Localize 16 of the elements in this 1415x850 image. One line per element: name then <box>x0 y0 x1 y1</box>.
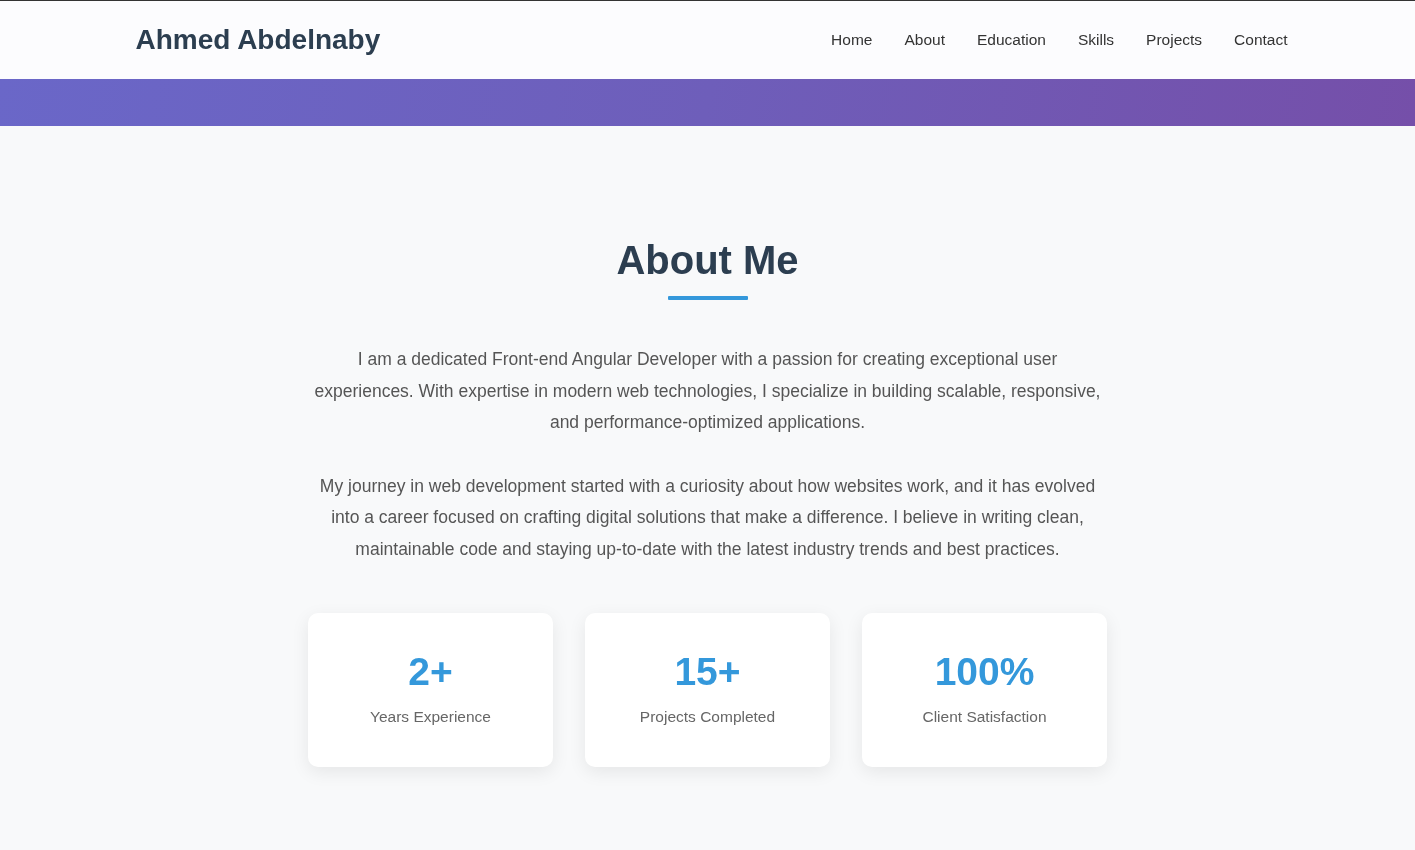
stat-value: 2+ <box>408 651 453 691</box>
nav-link[interactable]: Projects <box>1146 28 1203 52</box>
nav-link[interactable]: Home <box>831 28 873 52</box>
about-paragraph: My journey in web development started with a curiosity about how websites work, and it has evolved into a career focused on crafting digital solutions that make a difference. I believe in writing clean, maintainable code and staying up-to-date with the latest industry trends and best practices. <box>318 474 1097 561</box>
about-paragraph: I am a dedicated Front-end Angular Developer with a passion for creating exceptional user experiences. With expertise in modern web technologies, I specialize in building scalable, responsive, and performance-optimized applications. <box>313 348 1102 434</box>
stat-label: Client Satisfaction <box>922 706 1047 727</box>
nav-link[interactable]: Education <box>976 28 1046 52</box>
section-heading: About Me <box>615 237 800 284</box>
stat-value: 15+ <box>674 651 741 691</box>
stat-label: Projects Completed <box>639 706 776 727</box>
nav-link[interactable]: Contact <box>1234 28 1288 52</box>
stat-value: 100% <box>934 651 1035 691</box>
stat-label: Years Experience <box>370 706 491 727</box>
nav-link[interactable]: Skills <box>1077 28 1115 52</box>
nav-link[interactable]: About <box>904 28 945 52</box>
site-name[interactable]: Ahmed Abdelnaby <box>135 19 381 61</box>
